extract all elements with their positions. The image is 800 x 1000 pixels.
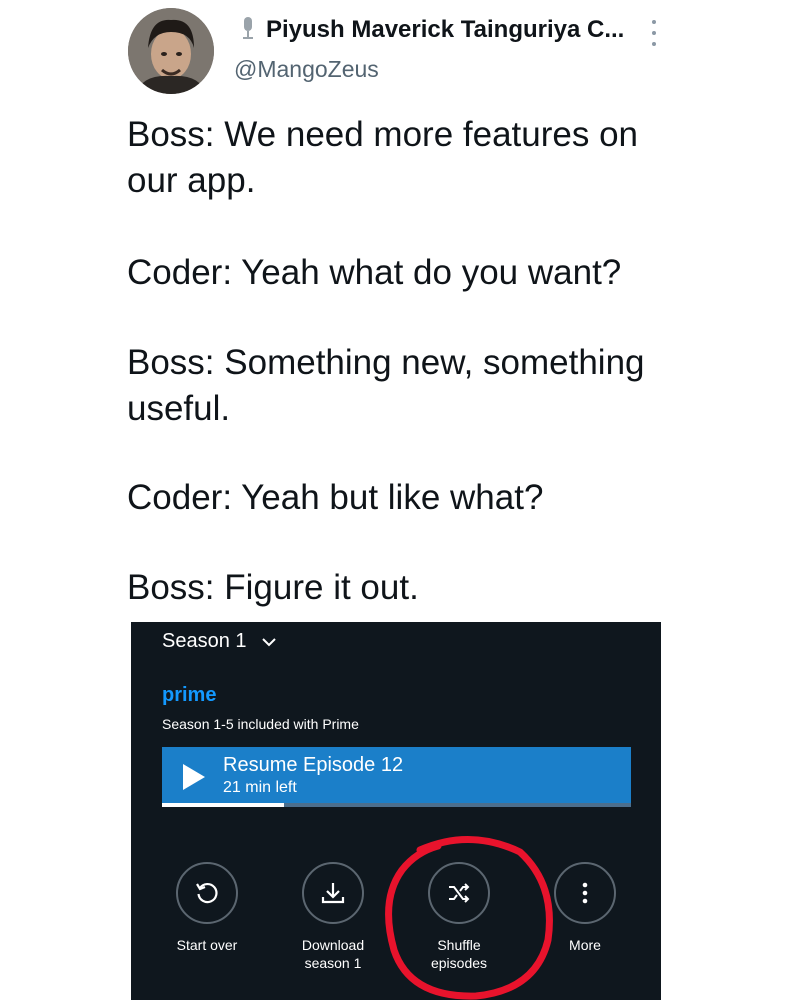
download-label-line1: Download — [301, 937, 365, 953]
episode-progress-fill — [162, 803, 284, 807]
resume-title: Resume Episode 12 — [223, 754, 404, 776]
more-vertical-icon[interactable] — [646, 16, 662, 50]
more-label: More — [569, 937, 601, 953]
shuffle-icon — [449, 883, 470, 903]
tweet-paragraph: Coder: Yeah but like what? — [127, 478, 544, 517]
prime-brand: prime — [162, 684, 217, 706]
user-handle[interactable]: @MangoZeus — [234, 56, 379, 83]
avatar[interactable] — [128, 8, 214, 94]
shuffle-label-line1: Shuffle — [437, 937, 481, 953]
start-over-button[interactable]: Start over — [147, 862, 267, 954]
microphone-icon — [243, 17, 253, 39]
resume-episode-button[interactable]: Resume Episode 12 21 min left — [162, 747, 631, 807]
shuffle-episodes-button[interactable]: Shuffle episodes — [399, 862, 519, 972]
time-left: 21 min left — [223, 779, 297, 796]
restart-icon — [196, 882, 218, 904]
start-over-circle — [176, 862, 238, 924]
more-circle — [554, 862, 616, 924]
download-icon — [321, 883, 345, 904]
tweet-paragraph: Boss: We need more features on our app. — [127, 115, 639, 200]
download-circle — [302, 862, 364, 924]
download-season-button[interactable]: Download season 1 — [273, 862, 393, 972]
start-over-label: Start over — [176, 937, 238, 953]
season-selector-label: Season 1 — [162, 630, 247, 652]
tweet-paragraph: Coder: Yeah what do you want? — [127, 253, 622, 292]
included-with-prime-text: Season 1-5 included with Prime — [162, 716, 359, 732]
shuffle-circle — [428, 862, 490, 924]
more-options-button[interactable]: More — [525, 862, 645, 954]
episode-progress-bar — [162, 803, 631, 807]
tweet-paragraph: Boss: Figure it out. — [127, 568, 419, 607]
tweet-header: Piyush Maverick Tainguriya C... @MangoZe… — [0, 0, 800, 110]
tweet-paragraph: Boss: Something new, something useful. — [127, 343, 645, 428]
display-name[interactable]: Piyush Maverick Tainguriya C... — [266, 16, 624, 44]
shuffle-label-line2: episodes — [430, 955, 488, 971]
season-selector[interactable]: Season 1 — [162, 630, 277, 653]
chevron-down-icon — [261, 637, 276, 646]
play-icon — [183, 764, 205, 790]
prime-video-screenshot: Season 1 prime Season 1-5 included with … — [131, 622, 661, 1000]
download-label-line2: season 1 — [304, 955, 362, 971]
more-horizontal-dots-icon — [582, 882, 588, 904]
